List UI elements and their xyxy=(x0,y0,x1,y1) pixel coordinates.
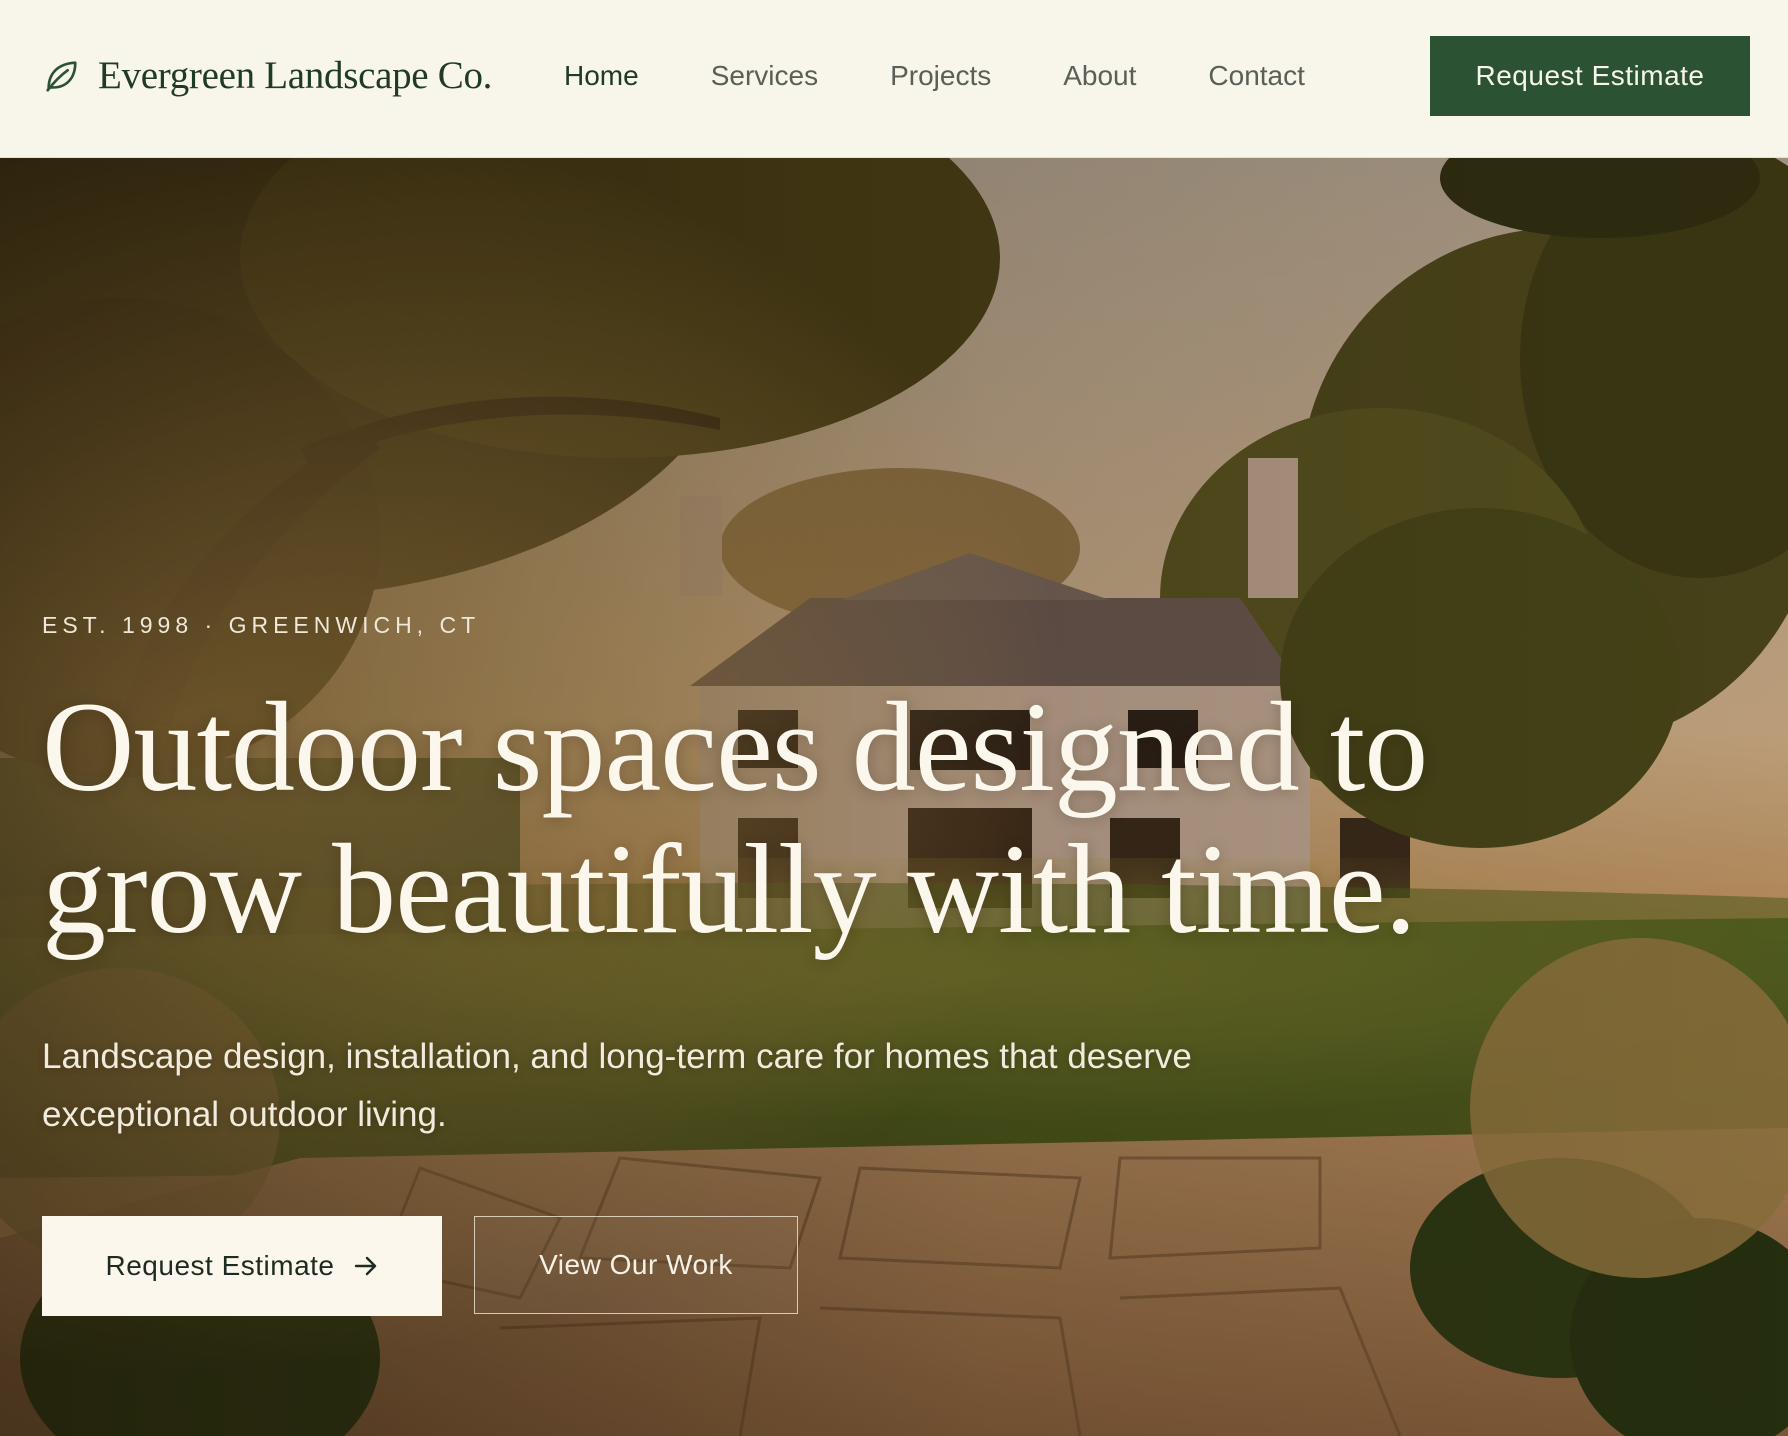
main-nav: Home Services Projects About Contact xyxy=(564,54,1377,98)
nav-item-about[interactable]: About xyxy=(1063,54,1136,98)
hero-section: EST. 1998 · GREENWICH, CT Outdoor spaces… xyxy=(0,158,1788,1436)
nav-item-contact[interactable]: Contact xyxy=(1208,54,1305,98)
nav-item-projects[interactable]: Projects xyxy=(890,54,991,98)
landing-page: Evergreen Landscape Co. Home Services Pr… xyxy=(0,0,1788,1436)
arrow-right-icon xyxy=(354,1256,376,1276)
brand-name: Evergreen Landscape Co. xyxy=(98,54,493,97)
header-request-estimate-button[interactable]: Request Estimate xyxy=(1430,36,1750,116)
hero-subhead: Landscape design, installation, and long… xyxy=(42,1037,1192,1134)
site-header: Evergreen Landscape Co. Home Services Pr… xyxy=(0,0,1788,158)
hero-view-work-button[interactable]: View Our Work xyxy=(474,1216,798,1314)
hero-headline: Outdoor spaces designed to grow beautifu… xyxy=(42,676,1428,960)
hero-request-estimate-label: Request Estimate xyxy=(105,1250,335,1281)
nav-item-home[interactable]: Home xyxy=(564,54,639,98)
hero-request-estimate-button[interactable]: Request Estimate xyxy=(42,1216,442,1316)
hero-eyebrow: EST. 1998 · GREENWICH, CT xyxy=(42,612,481,638)
leaf-icon xyxy=(46,61,77,92)
nav-item-services[interactable]: Services xyxy=(711,54,818,98)
brand-logo[interactable]: Evergreen Landscape Co. xyxy=(42,52,492,100)
